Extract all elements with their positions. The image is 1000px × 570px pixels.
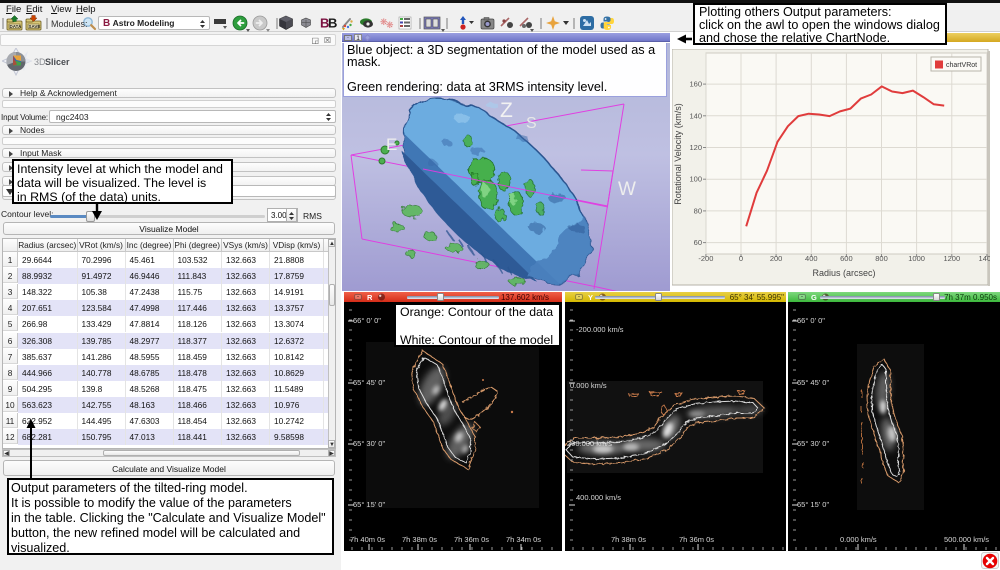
svg-text:7h 34m 0s: 7h 34m 0s bbox=[506, 535, 541, 544]
svg-text:400: 400 bbox=[805, 254, 818, 263]
svg-text:❋: ❋ bbox=[386, 20, 394, 30]
svg-text:60: 60 bbox=[694, 238, 702, 247]
svg-text:140: 140 bbox=[689, 111, 702, 120]
svg-text:DATA: DATA bbox=[10, 24, 23, 29]
svg-text:1200: 1200 bbox=[943, 254, 960, 263]
svg-text:66° 0' 0": 66° 0' 0" bbox=[797, 316, 825, 325]
svg-text:800: 800 bbox=[875, 254, 888, 263]
svg-text:400.000 km/s: 400.000 km/s bbox=[576, 493, 621, 502]
svg-text:7h 40m 0s: 7h 40m 0s bbox=[350, 535, 385, 544]
svg-text:chartVRot: chartVRot bbox=[946, 62, 977, 69]
svg-text:Z: Z bbox=[500, 99, 513, 122]
svg-text:W: W bbox=[618, 179, 636, 200]
svg-text:7h 36m 0s: 7h 36m 0s bbox=[454, 535, 489, 544]
svg-text:7h 36m 0s: 7h 36m 0s bbox=[679, 535, 714, 544]
svg-text:120: 120 bbox=[689, 143, 702, 152]
svg-text:Slicer: Slicer bbox=[45, 57, 70, 67]
svg-text:7h 38m 0s: 7h 38m 0s bbox=[402, 535, 437, 544]
svg-text:500.000 km/s: 500.000 km/s bbox=[944, 535, 989, 544]
svg-text:65° 15' 0": 65° 15' 0" bbox=[797, 500, 829, 509]
svg-text:80: 80 bbox=[694, 206, 702, 215]
svg-text:200.000 km/s: 200.000 km/s bbox=[567, 439, 612, 448]
svg-text:0: 0 bbox=[739, 254, 743, 263]
svg-text:160: 160 bbox=[689, 80, 702, 89]
svg-text:S: S bbox=[526, 115, 537, 132]
svg-text:600: 600 bbox=[840, 254, 853, 263]
svg-text:SAVE: SAVE bbox=[29, 24, 41, 29]
svg-text:65° 15' 0": 65° 15' 0" bbox=[353, 500, 385, 509]
svg-text:0.000 km/s: 0.000 km/s bbox=[840, 535, 877, 544]
svg-text:65° 30' 0": 65° 30' 0" bbox=[353, 439, 385, 448]
svg-text:Rotational Velocity (km/s): Rotational Velocity (km/s) bbox=[673, 103, 683, 205]
svg-text:B: B bbox=[328, 16, 337, 31]
svg-text:65° 30' 0": 65° 30' 0" bbox=[797, 439, 829, 448]
svg-text:100: 100 bbox=[689, 175, 702, 184]
svg-text:65° 45' 0": 65° 45' 0" bbox=[797, 378, 829, 387]
svg-text:200: 200 bbox=[770, 254, 783, 263]
svg-text:65° 45' 0": 65° 45' 0" bbox=[353, 378, 385, 387]
svg-text:0.000 km/s: 0.000 km/s bbox=[570, 381, 607, 390]
svg-text:1000: 1000 bbox=[908, 254, 925, 263]
svg-text:Radius (arcsec): Radius (arcsec) bbox=[812, 268, 875, 278]
svg-text:-200.000 km/s: -200.000 km/s bbox=[576, 325, 624, 334]
svg-text:66° 0' 0": 66° 0' 0" bbox=[353, 316, 381, 325]
svg-text:1400: 1400 bbox=[979, 254, 990, 263]
svg-text:-200: -200 bbox=[698, 254, 713, 263]
svg-text:7h 38m 0s: 7h 38m 0s bbox=[611, 535, 646, 544]
svg-text:E: E bbox=[386, 135, 397, 154]
